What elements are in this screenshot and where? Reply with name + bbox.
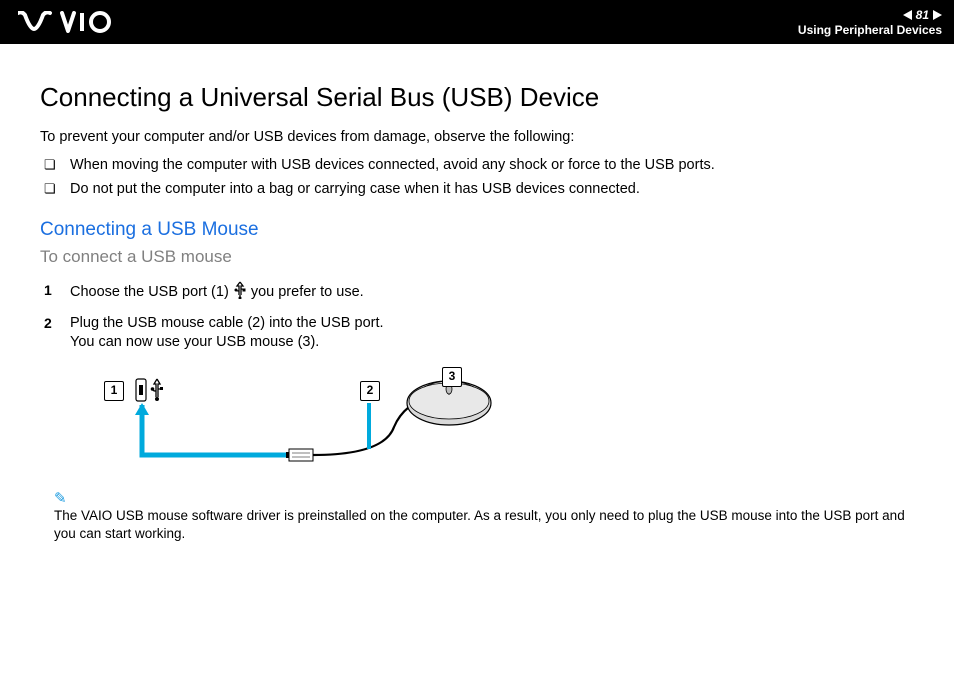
callout-2: 2	[360, 381, 380, 401]
note-block: ✎ The VAIO USB mouse software driver is …	[54, 489, 914, 544]
prev-page-icon[interactable]	[903, 10, 912, 20]
callout-1: 1	[104, 381, 124, 401]
vaio-logo	[18, 11, 114, 33]
section-title: Using Peripheral Devices	[798, 23, 942, 37]
page-nav: 81	[903, 8, 942, 22]
list-item: When moving the computer with USB device…	[40, 157, 914, 173]
note-text: The VAIO USB mouse software driver is pr…	[54, 508, 905, 541]
step-list: Choose the USB port (1) you prefer to us…	[40, 281, 914, 353]
usb-icon	[233, 281, 247, 306]
header-right: 81 Using Peripheral Devices	[798, 0, 942, 44]
step-1: Choose the USB port (1) you prefer to us…	[40, 281, 914, 306]
intro-text: To prevent your computer and/or USB devi…	[40, 129, 914, 145]
connection-diagram: 1 2 3	[64, 367, 494, 475]
page-title: Connecting a Universal Serial Bus (USB) …	[40, 82, 914, 113]
next-page-icon[interactable]	[933, 10, 942, 20]
subheading: Connecting a USB Mouse	[40, 219, 914, 241]
diagram-svg	[64, 367, 494, 475]
task-title: To connect a USB mouse	[40, 247, 914, 267]
page-content: Connecting a Universal Serial Bus (USB) …	[0, 44, 954, 543]
page-number: 81	[916, 8, 929, 22]
list-item: Do not put the computer into a bag or ca…	[40, 181, 914, 197]
step-2: Plug the USB mouse cable (2) into the US…	[40, 314, 914, 353]
caution-list: When moving the computer with USB device…	[40, 157, 914, 197]
note-icon: ✎	[54, 489, 914, 509]
header-bar: 81 Using Peripheral Devices	[0, 0, 954, 44]
callout-3: 3	[442, 367, 462, 387]
